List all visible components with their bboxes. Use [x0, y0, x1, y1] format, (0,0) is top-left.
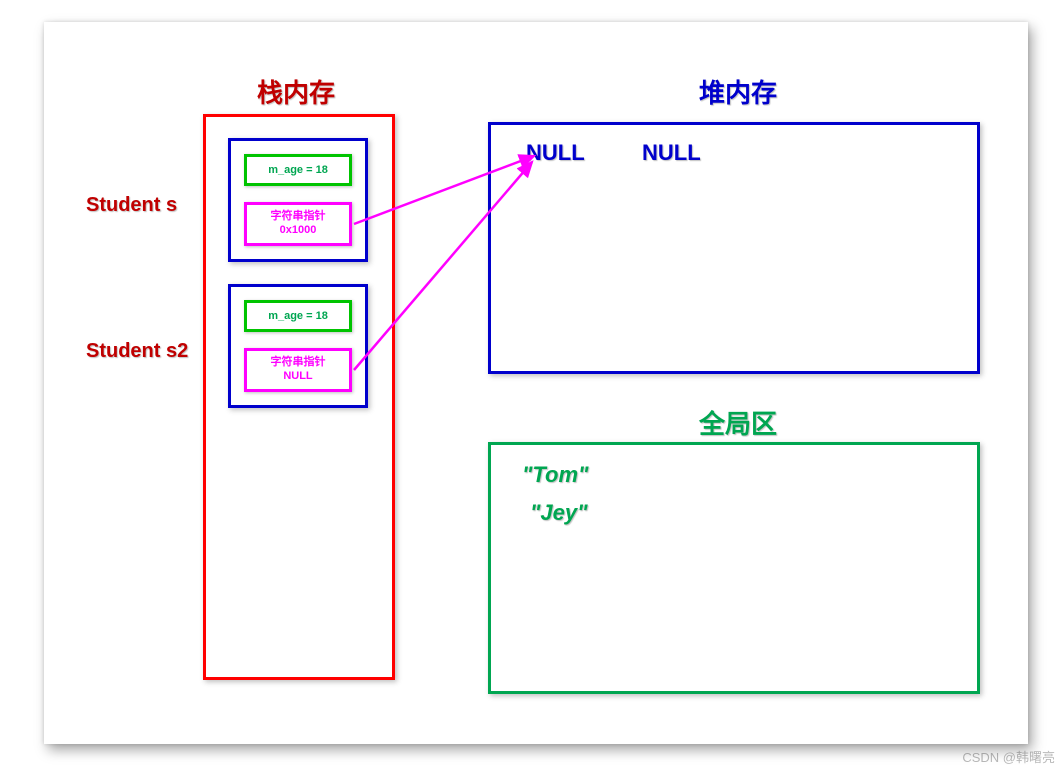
diagram-canvas: 栈内存 堆内存 全局区 NULL NULL "Tom" "Jey" Studen…: [44, 22, 1028, 744]
global-string-jey: "Jey": [530, 500, 588, 526]
struct-s2-pointer-label: 字符串指针: [271, 356, 326, 370]
struct-s-pointer-label: 字符串指针: [271, 210, 326, 224]
heap-null-1: NULL: [526, 140, 585, 166]
struct-s-pointer-value: 0x1000: [280, 224, 317, 238]
struct-s2-pointer-field: 字符串指针 NULL: [244, 348, 352, 392]
struct-s2-pointer-value: NULL: [283, 370, 312, 384]
struct-s-pointer-field: 字符串指针 0x1000: [244, 202, 352, 246]
heap-memory-title: 堆内存: [699, 73, 777, 110]
struct-s-age-field: m_age = 18: [244, 154, 352, 186]
watermark: CSDN @韩曙亮: [962, 747, 1055, 766]
global-area-title: 全局区: [699, 404, 777, 441]
label-student-s: Student s: [86, 194, 177, 217]
struct-s2-age-field: m_age = 18: [244, 300, 352, 332]
label-student-s2: Student s2: [86, 340, 188, 363]
global-string-tom: "Tom": [522, 462, 588, 488]
stack-memory-title: 栈内存: [257, 73, 335, 110]
heap-null-2: NULL: [642, 140, 701, 166]
